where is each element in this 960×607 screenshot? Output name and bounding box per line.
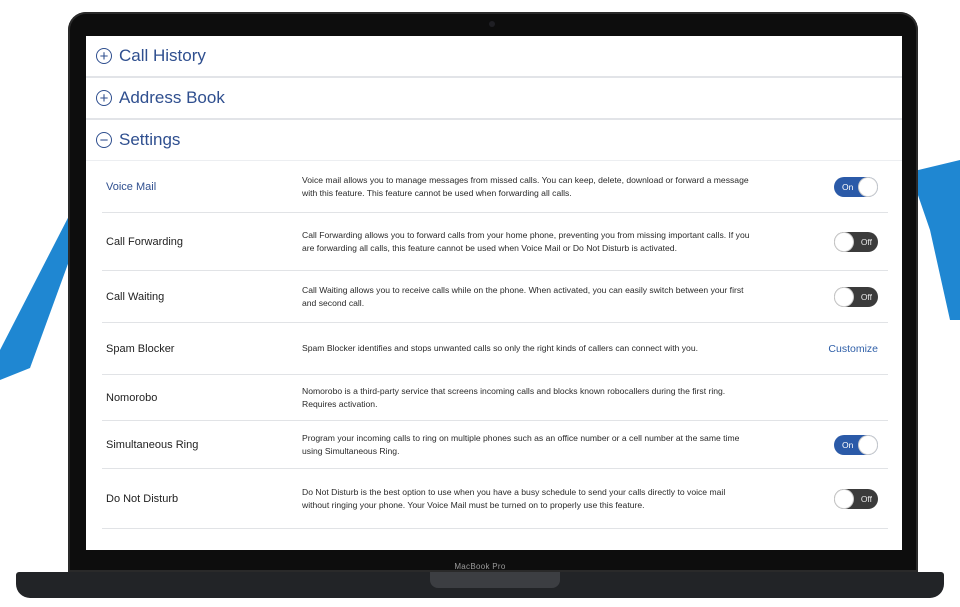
call-waiting-toggle[interactable]: Off — [834, 286, 878, 307]
laptop-base-notch — [430, 572, 560, 588]
setting-name[interactable]: Do Not Disturb — [102, 493, 302, 505]
laptop-screen: + Call History + Address Book − Settings… — [86, 36, 902, 550]
simultaneous-ring-toggle[interactable]: On — [834, 434, 878, 455]
accordion-call-history[interactable]: + Call History — [86, 36, 902, 78]
setting-name[interactable]: Call Forwarding — [102, 236, 302, 248]
setting-name[interactable]: Simultaneous Ring — [102, 439, 302, 451]
accordion-address-book[interactable]: + Address Book — [86, 78, 902, 120]
setting-description: Voice mail allows you to manage messages… — [302, 175, 749, 198]
accordion-label: Call History — [119, 46, 206, 65]
minus-circle-icon: − — [96, 132, 112, 148]
accordion-settings[interactable]: − Settings — [86, 120, 902, 161]
settings-row-nomorobo: Nomorobo Nomorobo is a third-party servi… — [102, 375, 888, 421]
toggle-state-label: Off — [860, 493, 872, 504]
setting-description: Call Forwarding allows you to forward ca… — [302, 230, 750, 253]
settings-row-call-waiting: Call Waiting Call Waiting allows you to … — [102, 271, 888, 323]
toggle-state-label: Off — [860, 291, 872, 302]
setting-description: Program your incoming calls to ring on m… — [302, 433, 740, 456]
settings-row-call-forwarding: Call Forwarding Call Forwarding allows y… — [102, 213, 888, 271]
toggle-state-label: On — [842, 181, 854, 192]
toggle-knob — [859, 177, 877, 196]
camera-icon — [489, 21, 495, 27]
toggle-knob — [835, 232, 853, 251]
setting-description: Spam Blocker identifies and stops unwant… — [302, 343, 699, 354]
toggle-state-label: Off — [860, 236, 872, 247]
toggle-knob — [835, 287, 853, 306]
device-brand-label: MacBook Pro — [454, 562, 506, 571]
settings-row-voice-mail: Voice Mail Voice mail allows you to mana… — [102, 161, 888, 213]
setting-name[interactable]: Voice Mail — [102, 181, 302, 193]
plus-circle-icon: + — [96, 90, 112, 106]
toggle-knob — [859, 435, 877, 454]
voice-mail-toggle[interactable]: On — [834, 176, 878, 197]
customize-link[interactable]: Customize — [828, 343, 878, 355]
settings-row-do-not-disturb: Do Not Disturb Do Not Disturb is the bes… — [102, 469, 888, 529]
toggle-knob — [835, 489, 853, 508]
accordion-label: Settings — [119, 130, 181, 149]
settings-row-simultaneous-ring: Simultaneous Ring Program your incoming … — [102, 421, 888, 469]
plus-circle-icon: + — [96, 48, 112, 64]
toggle-state-label: On — [842, 439, 854, 450]
setting-description: Call Waiting allows you to receive calls… — [302, 285, 744, 308]
settings-list: Voice Mail Voice mail allows you to mana… — [86, 161, 902, 529]
setting-name[interactable]: Spam Blocker — [102, 343, 302, 355]
call-forwarding-toggle[interactable]: Off — [834, 231, 878, 252]
setting-description: Nomorobo is a third-party service that s… — [302, 386, 726, 409]
do-not-disturb-toggle[interactable]: Off — [834, 488, 878, 509]
settings-row-spam-blocker: Spam Blocker Spam Blocker identifies and… — [102, 323, 888, 375]
setting-description: Do Not Disturb is the best option to use… — [302, 487, 726, 510]
accordion-label: Address Book — [119, 88, 225, 107]
setting-name[interactable]: Nomorobo — [102, 392, 302, 404]
setting-name[interactable]: Call Waiting — [102, 291, 302, 303]
